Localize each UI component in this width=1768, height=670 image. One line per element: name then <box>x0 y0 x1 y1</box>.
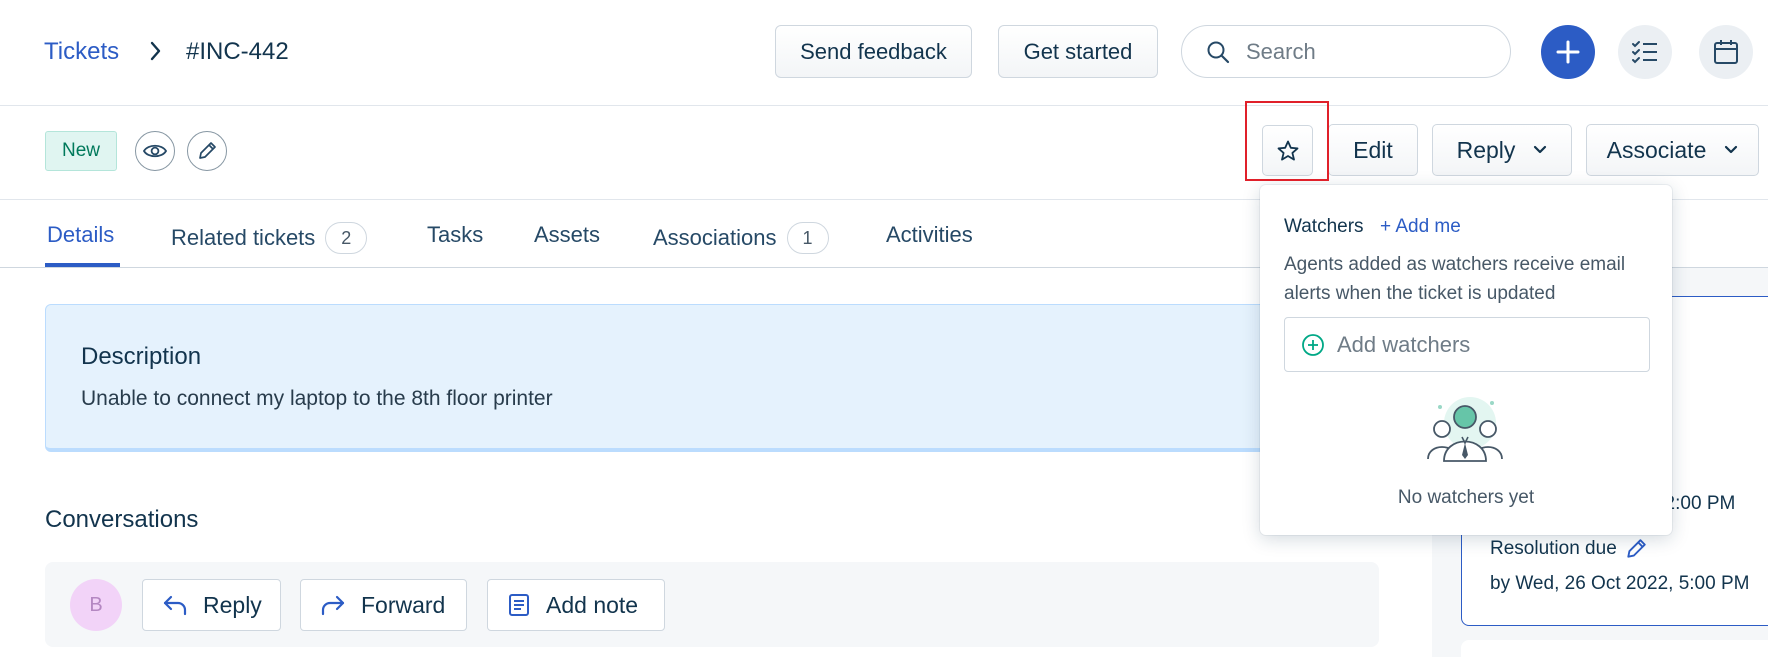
forward-button[interactable]: Forward <box>300 579 467 631</box>
reply-label: Reply <box>203 591 262 618</box>
reply-label: Reply <box>1456 136 1516 163</box>
edit-pencil-button[interactable] <box>187 131 227 171</box>
tab-activities[interactable]: Activities <box>886 222 973 248</box>
chevron-right-icon <box>148 38 164 64</box>
reply-button[interactable]: Reply <box>142 579 281 631</box>
watchers-popover: Watchers + Add me Agents added as watche… <box>1260 185 1672 535</box>
conversations-title: Conversations <box>45 506 199 533</box>
add-note-label: Add note <box>546 591 639 618</box>
add-me-link[interactable]: + Add me <box>1380 216 1461 238</box>
add-watchers-input[interactable]: Add watchers <box>1284 317 1650 372</box>
associate-label: Associate <box>1606 136 1707 163</box>
chevron-down-icon <box>1533 145 1547 155</box>
description-card: Description Unable to connect my laptop … <box>45 304 1285 452</box>
top-bar: Tickets #INC-442 Send feedback Get start… <box>0 0 1768 106</box>
reply-arrow-icon <box>163 594 187 616</box>
checklist-icon <box>1631 40 1659 64</box>
tab-label: Related tickets <box>171 225 316 250</box>
calendar-icon <box>1713 39 1739 65</box>
tab-label: Associations <box>653 225 777 250</box>
tab-details[interactable]: Details <box>47 222 114 248</box>
description-title: Description <box>81 343 202 370</box>
watch-button[interactable] <box>135 131 175 171</box>
resolution-due-value: by Wed, 26 Oct 2022, 5:00 PM <box>1490 573 1750 594</box>
note-icon <box>508 593 530 617</box>
star-button-highlight <box>1245 101 1329 181</box>
edit-button[interactable]: Edit <box>1328 124 1418 176</box>
tab-associations[interactable]: Associations 1 <box>653 222 829 254</box>
status-badge: New <box>45 131 117 171</box>
related-tickets-count-badge: 2 <box>325 222 368 254</box>
conversation-action-bar: B Reply Forward Add note <box>45 562 1379 647</box>
no-watchers-illustration-icon <box>1422 393 1508 479</box>
description-body: Unable to connect my laptop to the 8th f… <box>81 387 553 410</box>
add-note-button[interactable]: Add note <box>487 579 665 631</box>
edit-pencil-icon[interactable] <box>1625 538 1647 560</box>
associations-count-badge: 1 <box>786 222 829 254</box>
resolution-due-row: Resolution due <box>1490 538 1647 560</box>
search-placeholder: Search <box>1246 38 1316 64</box>
add-watchers-placeholder: Add watchers <box>1337 331 1471 357</box>
associate-dropdown-button[interactable]: Associate <box>1586 124 1759 176</box>
tab-label: Tasks <box>427 222 484 247</box>
tab-assets[interactable]: Assets <box>534 222 600 248</box>
plus-circle-icon <box>1301 333 1325 357</box>
search-input[interactable]: Search <box>1181 25 1511 78</box>
tab-related-tickets[interactable]: Related tickets 2 <box>171 222 368 254</box>
tab-label: Details <box>47 222 115 247</box>
avatar: B <box>70 579 122 631</box>
send-feedback-button[interactable]: Send feedback <box>775 25 972 78</box>
resolution-due-label: Resolution due <box>1490 538 1617 559</box>
new-item-button[interactable] <box>1541 25 1595 79</box>
checklist-button[interactable] <box>1618 25 1672 79</box>
search-icon <box>1206 40 1230 64</box>
breadcrumb-tickets-link[interactable]: Tickets <box>44 38 119 66</box>
forward-label: Forward <box>361 591 446 618</box>
secondary-card <box>1461 640 1768 670</box>
plus-icon <box>1555 39 1581 65</box>
breadcrumb-current: #INC-442 <box>186 38 289 65</box>
no-watchers-text: No watchers yet <box>1397 487 1535 508</box>
watchers-description: Agents added as watchers receive email a… <box>1284 254 1626 304</box>
active-tab-indicator <box>45 263 120 267</box>
pencil-icon <box>197 141 217 161</box>
reply-dropdown-button[interactable]: Reply <box>1432 124 1572 176</box>
calendar-button[interactable] <box>1699 25 1753 79</box>
eye-icon <box>143 143 167 159</box>
tab-tasks[interactable]: Tasks <box>427 222 483 248</box>
watchers-title: Watchers <box>1284 216 1364 237</box>
chevron-down-icon <box>1724 145 1738 155</box>
tab-label: Assets <box>534 222 601 247</box>
get-started-button[interactable]: Get started <box>998 25 1158 78</box>
tab-label: Activities <box>886 222 973 247</box>
forward-arrow-icon <box>321 594 345 616</box>
